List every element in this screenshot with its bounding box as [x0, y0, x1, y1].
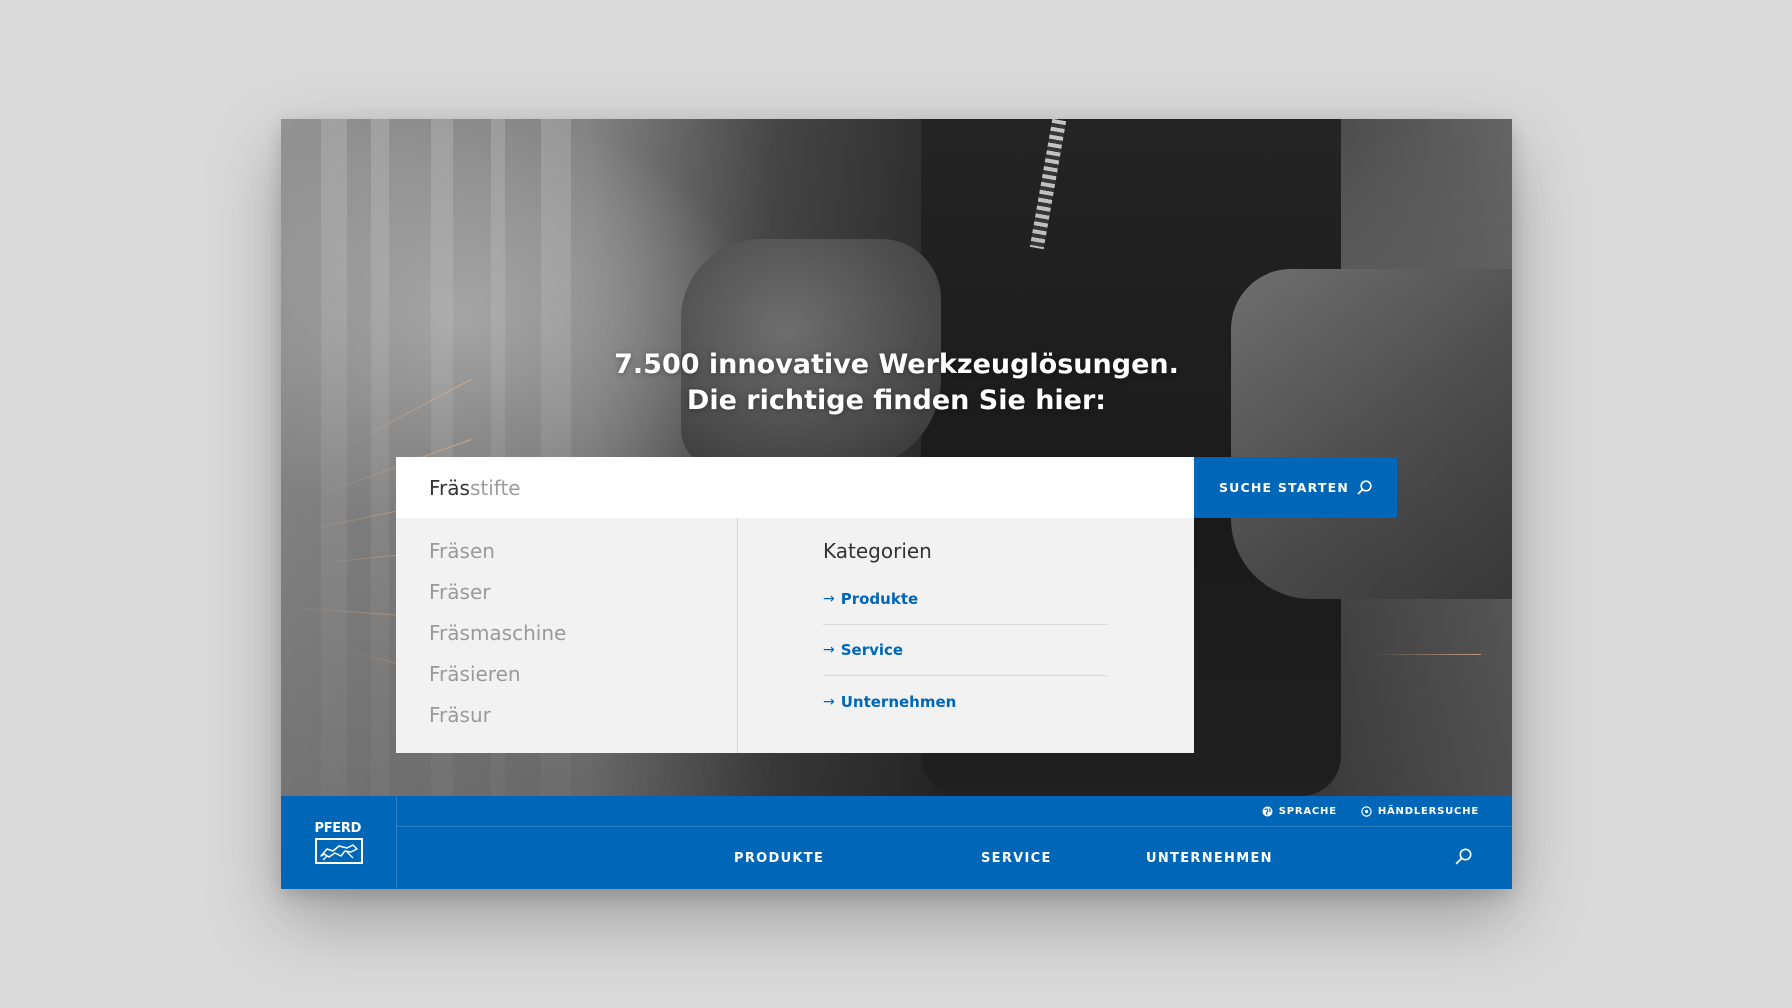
search-input[interactable]: Fräs stifte	[396, 457, 1194, 518]
nav-produkte[interactable]: PRODUKTE	[734, 851, 824, 866]
suggestion-item[interactable]: Fräsmaschine	[429, 620, 737, 661]
language-link[interactable]: SPRACHE	[1262, 806, 1337, 817]
nav-unternehmen[interactable]: UNTERNEHMEN	[1146, 851, 1273, 866]
arrow-right-icon: →	[823, 642, 835, 658]
suggestion-item[interactable]: Fräsen	[429, 538, 737, 579]
category-link-produkte[interactable]: → Produkte	[823, 574, 1107, 625]
search-typed-text: Fräs	[429, 475, 470, 500]
arrow-right-icon: →	[823, 591, 835, 607]
main-navigation: PRODUKTE UNTERNEHMEN SERVICE	[397, 827, 1512, 889]
globe-icon	[1262, 806, 1273, 816]
categories-title: Kategorien	[823, 539, 932, 563]
category-link-label: Service	[840, 641, 904, 659]
arrow-right-icon: →	[823, 693, 835, 710]
suggestion-item[interactable]: Fräsieren	[429, 661, 737, 702]
website-frame: 7.500 innovative Werkzeuglösungen. Die r…	[281, 119, 1512, 889]
dealer-search-link[interactable]: HÄNDLERSUCHE	[1361, 806, 1479, 817]
dealer-search-label: HÄNDLERSUCHE	[1377, 805, 1479, 817]
category-link-unternehmen[interactable]: → Unternehmen	[823, 676, 1107, 727]
suggestion-item[interactable]: Fräser	[429, 579, 737, 620]
header-search-button[interactable]	[1455, 848, 1472, 870]
location-icon	[1361, 805, 1372, 817]
logo-wordmark: PFERD	[314, 820, 362, 836]
search-autocomplete-text: stifte	[469, 475, 521, 500]
suggestion-list: Fräsen Fräser Fräsmaschine Fräsieren Frä…	[396, 518, 738, 753]
utility-links: SPRACHE HÄNDLERSUCHE	[397, 796, 1512, 827]
hero-headline: 7.500 innovative Werkzeuglösungen. Die r…	[281, 347, 1512, 419]
headline-line-2: Die richtige finden Sie hier:	[686, 385, 1107, 416]
nav-service[interactable]: SERVICE	[981, 851, 1052, 866]
search-icon	[1357, 480, 1372, 495]
site-header: PFERD SPRACHE HÄNDLERSUCHE PRODUKTE UNTE…	[281, 796, 1512, 889]
search-start-label: SUCHE STARTEN	[1218, 480, 1350, 495]
category-link-label: Produkte	[840, 590, 919, 608]
search-start-button[interactable]: SUCHE STARTEN	[1194, 457, 1397, 518]
suggestion-item[interactable]: Fräsur	[429, 702, 737, 743]
horse-logo-icon	[314, 837, 363, 864]
category-link-service[interactable]: → Service	[823, 625, 1107, 676]
category-link-label: Unternehmen	[840, 692, 957, 711]
search-dropdown: Fräsen Fräser Fräsmaschine Fräsieren Frä…	[396, 518, 1194, 753]
pferd-logo[interactable]: PFERD	[281, 796, 397, 889]
headline-line-1: 7.500 innovative Werkzeuglösungen.	[614, 349, 1179, 380]
language-link-label: SPRACHE	[1278, 805, 1337, 817]
search-icon	[1455, 848, 1472, 865]
category-panel: Kategorien → Produkte → Service → Untern…	[738, 518, 1107, 753]
